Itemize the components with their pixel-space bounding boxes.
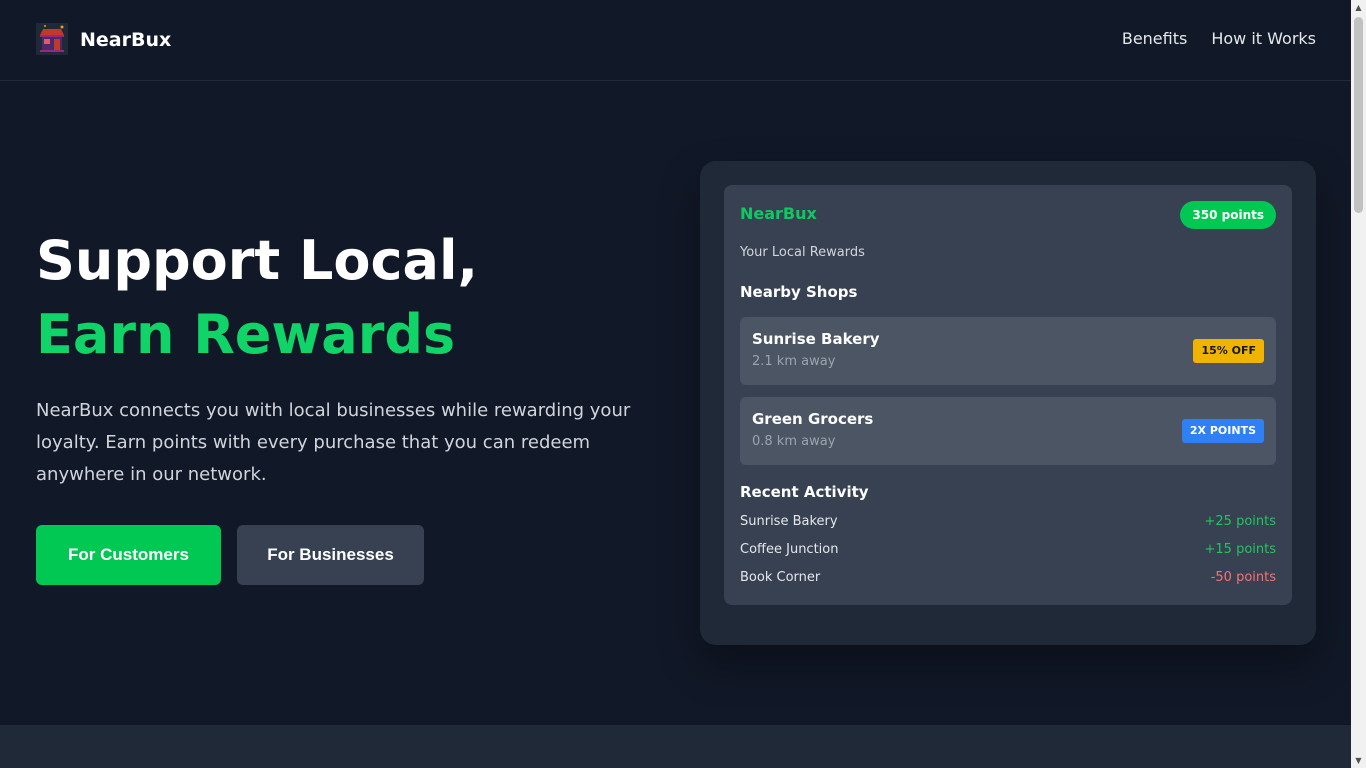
shop-offer-badge: 15% OFF: [1193, 339, 1264, 363]
shop-offer-badge: 2X POINTS: [1181, 419, 1264, 443]
activity-shop: Coffee Junction: [740, 542, 839, 557]
points-badge: 350 points: [1180, 201, 1276, 229]
activity-row: Coffee Junction +15 points: [740, 540, 1276, 560]
nav-link-benefits[interactable]: Benefits: [1122, 28, 1188, 50]
shop-distance: 0.8 km away: [752, 434, 836, 449]
activity-row: Sunrise Bakery +25 points: [740, 512, 1276, 532]
app-preview-card: NearBux 350 points Your Local Rewards Ne…: [700, 161, 1316, 645]
hero-title: Support Local, Earn Rewards: [36, 224, 478, 372]
page: NearBux Benefits How it Works Support Lo…: [0, 0, 1351, 768]
hero-description: NearBux connects you with local business…: [36, 400, 631, 485]
app-preview-screen: NearBux 350 points Your Local Rewards Ne…: [724, 185, 1292, 605]
shop-card[interactable]: Green Grocers 0.8 km away 2X POINTS: [740, 397, 1276, 465]
scrollbar-thumb[interactable]: [1354, 17, 1363, 213]
site-header: NearBux Benefits How it Works: [0, 0, 1351, 81]
activity-shop: Book Corner: [740, 570, 821, 585]
storefront-icon[interactable]: [36, 23, 68, 55]
recent-activity-heading: Recent Activity: [740, 483, 869, 501]
shop-name: Sunrise Bakery: [752, 330, 880, 348]
shop-name: Green Grocers: [752, 410, 874, 428]
page-scrollbar[interactable]: ▲ ▼: [1351, 0, 1366, 768]
for-customers-button[interactable]: For Customers: [36, 525, 221, 585]
for-businesses-button[interactable]: For Businesses: [237, 525, 424, 585]
app-brand: NearBux: [740, 204, 817, 223]
activity-row: Book Corner -50 points: [740, 568, 1276, 588]
shop-card[interactable]: Sunrise Bakery 2.1 km away 15% OFF: [740, 317, 1276, 385]
scroll-up-arrow-icon[interactable]: ▲: [1351, 0, 1366, 15]
hero-title-line1: Support Local,: [36, 229, 478, 292]
main-nav: Benefits How it Works: [1122, 28, 1316, 50]
activity-points: +25 points: [1204, 514, 1277, 529]
activity-points: +15 points: [1204, 542, 1277, 557]
nearby-shops-heading: Nearby Shops: [740, 283, 858, 301]
hero-title-line2: Earn Rewards: [36, 303, 456, 366]
activity-shop: Sunrise Bakery: [740, 514, 838, 529]
scroll-down-arrow-icon[interactable]: ▼: [1351, 753, 1366, 768]
brand-name[interactable]: NearBux: [80, 28, 171, 52]
app-subtitle: Your Local Rewards: [740, 245, 865, 260]
nav-link-how-it-works[interactable]: How it Works: [1211, 28, 1316, 50]
shop-distance: 2.1 km away: [752, 354, 836, 369]
next-section: [0, 725, 1351, 768]
activity-points: -50 points: [1210, 570, 1276, 585]
